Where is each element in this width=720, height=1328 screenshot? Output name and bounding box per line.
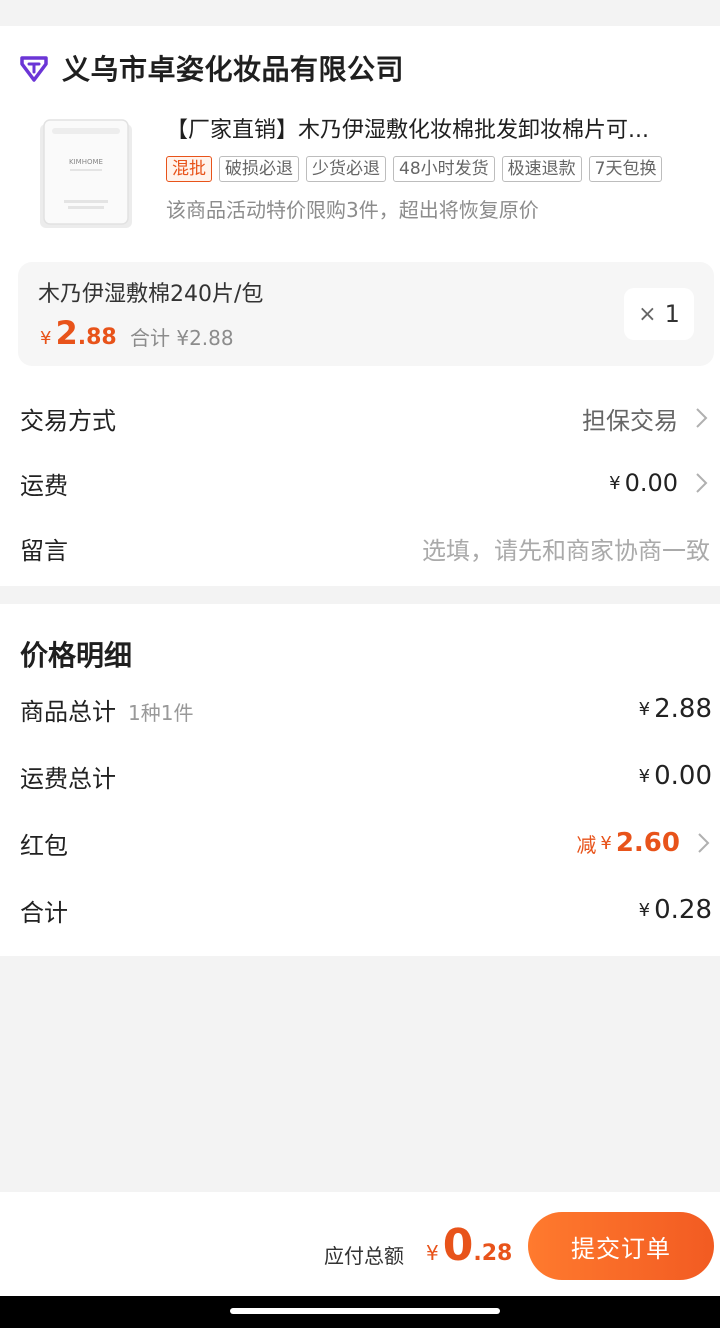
shipping-total-currency: ¥ bbox=[638, 765, 651, 787]
quantity-stepper[interactable]: × 1 bbox=[624, 288, 694, 340]
order-store-card: 义乌市卓姿化妆品有限公司 KIMHOME 【厂家直销】木乃伊湿敷化妆棉批发卸妆棉… bbox=[0, 26, 720, 586]
quantity-multiplier: × bbox=[638, 301, 657, 327]
shipping-total-row: 运费总计 ¥ 0.00 bbox=[0, 754, 720, 798]
sku-price-integer: 2 bbox=[55, 314, 78, 352]
price-detail-title: 价格明细 bbox=[20, 639, 133, 672]
quantity-value: 1 bbox=[664, 300, 680, 328]
sum-value: 0.28 bbox=[654, 895, 712, 925]
product-image[interactable]: KIMHOME bbox=[30, 114, 142, 234]
tag-mixed-wholesale: 混批 bbox=[166, 156, 212, 182]
chevron-right-icon bbox=[698, 833, 710, 853]
sku-price-currency: ¥ bbox=[40, 328, 52, 349]
red-packet-value: 2.60 bbox=[615, 828, 680, 858]
goods-total-value-wrap: ¥ 2.88 bbox=[639, 694, 712, 724]
sum-label: 合计 bbox=[20, 898, 68, 927]
sum-currency: ¥ bbox=[638, 899, 651, 921]
shipping-fee-row[interactable]: 运费 ¥ 0.00 bbox=[0, 457, 720, 509]
tag-fast-refund: 极速退款 bbox=[501, 156, 582, 182]
sku-subtotal: 合计 ¥2.88 bbox=[130, 326, 234, 350]
tag-damage-refund: 破损必退 bbox=[219, 156, 299, 182]
price-detail-card: 价格明细 商品总计 1种1件 ¥ 2.88 运费总计 ¥ 0.00 红包 减 ¥… bbox=[0, 604, 720, 956]
red-packet-value-wrap: 减 ¥ 2.60 bbox=[576, 828, 712, 858]
trade-method-value-wrap: 担保交易 bbox=[582, 401, 710, 436]
home-indicator[interactable] bbox=[230, 1308, 500, 1314]
tag-7day-exchange: 7天包换 bbox=[588, 156, 663, 182]
trade-method-label: 交易方式 bbox=[20, 406, 116, 435]
tag-48h-ship: 48小时发货 bbox=[393, 156, 495, 182]
goods-total-row: 商品总计 1种1件 ¥ 2.88 bbox=[0, 687, 720, 731]
red-packet-label: 红包 bbox=[20, 831, 68, 860]
red-packet-minus: 减 bbox=[576, 832, 597, 857]
message-input[interactable]: 选填，请先和商家协商一致 bbox=[422, 531, 710, 566]
payable-decimal: .28 bbox=[473, 1241, 513, 1266]
trade-method-row[interactable]: 交易方式 担保交易 bbox=[0, 392, 720, 444]
payable-currency: ¥ bbox=[426, 1241, 439, 1265]
red-packet-row[interactable]: 红包 减 ¥ 2.60 bbox=[0, 821, 720, 865]
shipping-fee-value-wrap: ¥ 0.00 bbox=[609, 469, 710, 497]
system-navigation-bar bbox=[0, 1296, 720, 1328]
tag-missing-refund: 少货必退 bbox=[306, 156, 386, 182]
sku-price: ¥ 2 .88 bbox=[40, 314, 117, 352]
goods-total-label: 商品总计 bbox=[20, 697, 116, 726]
store-brand-icon bbox=[20, 56, 48, 82]
shipping-fee-value: 0.00 bbox=[624, 469, 678, 497]
store-header[interactable]: 义乌市卓姿化妆品有限公司 bbox=[18, 48, 404, 88]
goods-total-value: 2.88 bbox=[654, 694, 712, 724]
shipping-fee-currency: ¥ bbox=[609, 472, 621, 494]
red-packet-currency: ¥ bbox=[600, 832, 612, 854]
product-tags: 混批 破损必退 少货必退 48小时发货 极速退款 7天包换 bbox=[166, 156, 663, 182]
payable-integer: 0 bbox=[442, 1220, 474, 1271]
submit-order-button[interactable]: 提交订单 bbox=[528, 1212, 714, 1280]
product-image-brand: KIMHOME bbox=[69, 158, 103, 166]
trade-method-value: 担保交易 bbox=[582, 406, 678, 435]
payable-amount: ¥ 0 .28 bbox=[426, 1220, 512, 1271]
payable-label: 应付总额 bbox=[324, 1244, 404, 1268]
sku-box: 木乃伊湿敷棉240片/包 ¥ 2 .88 合计 ¥2.88 × 1 bbox=[18, 262, 714, 366]
sum-value-wrap: ¥ 0.28 bbox=[639, 895, 712, 925]
message-row[interactable]: 留言 选填，请先和商家协商一致 bbox=[0, 522, 720, 574]
store-name: 义乌市卓姿化妆品有限公司 bbox=[62, 53, 405, 86]
shipping-total-value-wrap: ¥ 0.00 bbox=[639, 761, 712, 791]
shipping-fee-label: 运费 bbox=[20, 471, 68, 500]
sum-row: 合计 ¥ 0.28 bbox=[0, 888, 720, 932]
shipping-total-value: 0.00 bbox=[654, 761, 712, 791]
checkout-bar: 应付总额 ¥ 0 .28 提交订单 bbox=[0, 1192, 720, 1296]
goods-total-note: 1种1件 bbox=[128, 700, 194, 725]
chevron-right-icon bbox=[696, 408, 708, 428]
goods-total-currency: ¥ bbox=[638, 698, 651, 720]
chevron-right-icon bbox=[696, 473, 708, 493]
shipping-total-label: 运费总计 bbox=[20, 764, 116, 793]
product-title[interactable]: 【厂家直销】木乃伊湿敷化妆棉批发卸妆棉片可... bbox=[166, 112, 706, 144]
goods-total-label-wrap: 商品总计 1种1件 bbox=[20, 692, 193, 727]
sku-name: 木乃伊湿敷棉240片/包 bbox=[38, 282, 264, 307]
promo-limit-note: 该商品活动特价限购3件，超出将恢复原价 bbox=[166, 198, 539, 222]
sku-price-decimal: .88 bbox=[77, 325, 117, 350]
message-label: 留言 bbox=[20, 536, 68, 565]
